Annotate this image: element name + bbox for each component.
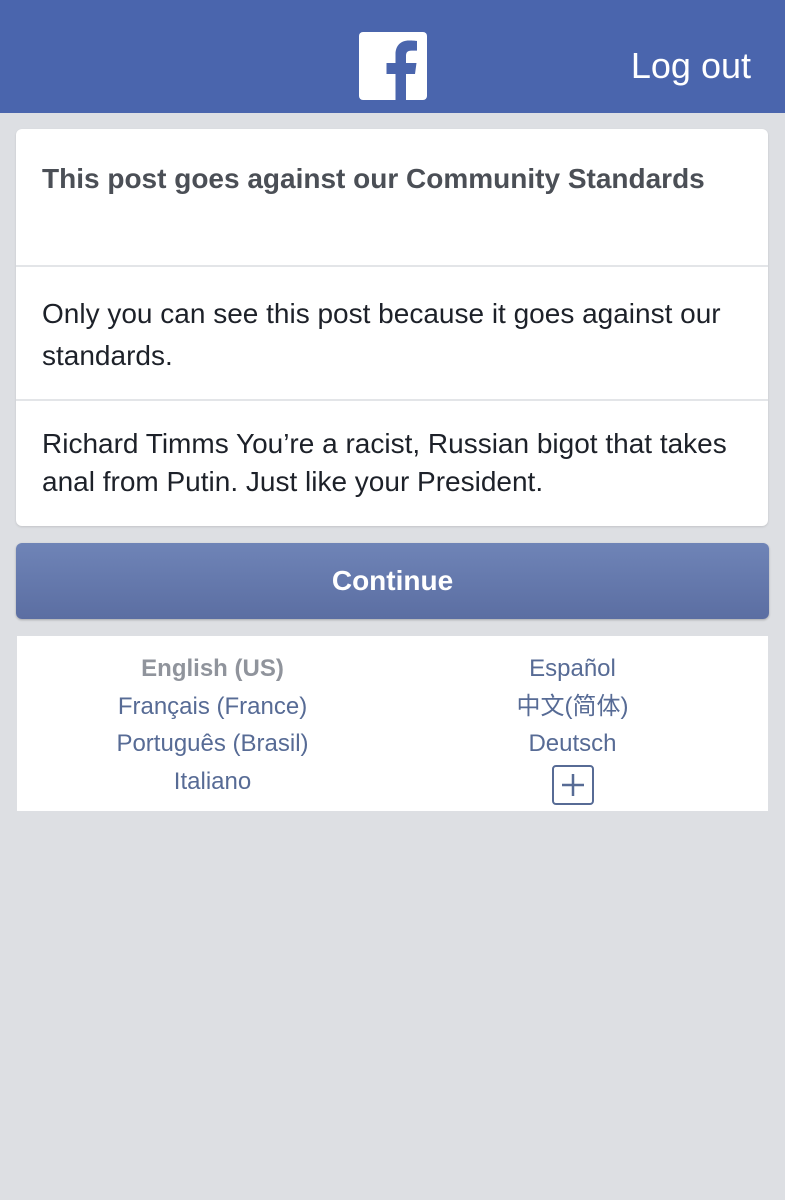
language-espanol[interactable]: Español [385,650,760,688]
post-text: Richard Timms You’re a racist, Russian b… [42,428,727,497]
language-selector: English (US) Français (France) Português… [17,636,768,811]
language-english-us: English (US) [141,655,284,682]
community-standards-notice: This post goes against our Community Sta… [16,129,768,526]
language-francais[interactable]: Français (France) [25,688,400,726]
plus-icon[interactable] [551,764,594,805]
language-column-left: English (US) Français (France) Português… [25,650,400,800]
logout-link[interactable]: Log out [631,44,751,88]
continue-button[interactable]: Continue [16,543,769,619]
notice-body: Only you can see this post because it go… [42,298,721,371]
language-portugues[interactable]: Português (Brasil) [25,725,400,763]
divider [16,399,768,401]
language-italiano[interactable]: Italiano [25,763,400,801]
divider [16,265,768,267]
top-bar: Log out [0,0,785,113]
language-column-right: Español 中文(简体) Deutsch [385,650,760,805]
notice-title: This post goes against our Community Sta… [42,163,705,194]
facebook-f-icon[interactable] [359,32,427,100]
language-chinese-simplified[interactable]: 中文(简体) [385,688,760,726]
language-deutsch[interactable]: Deutsch [385,725,760,763]
